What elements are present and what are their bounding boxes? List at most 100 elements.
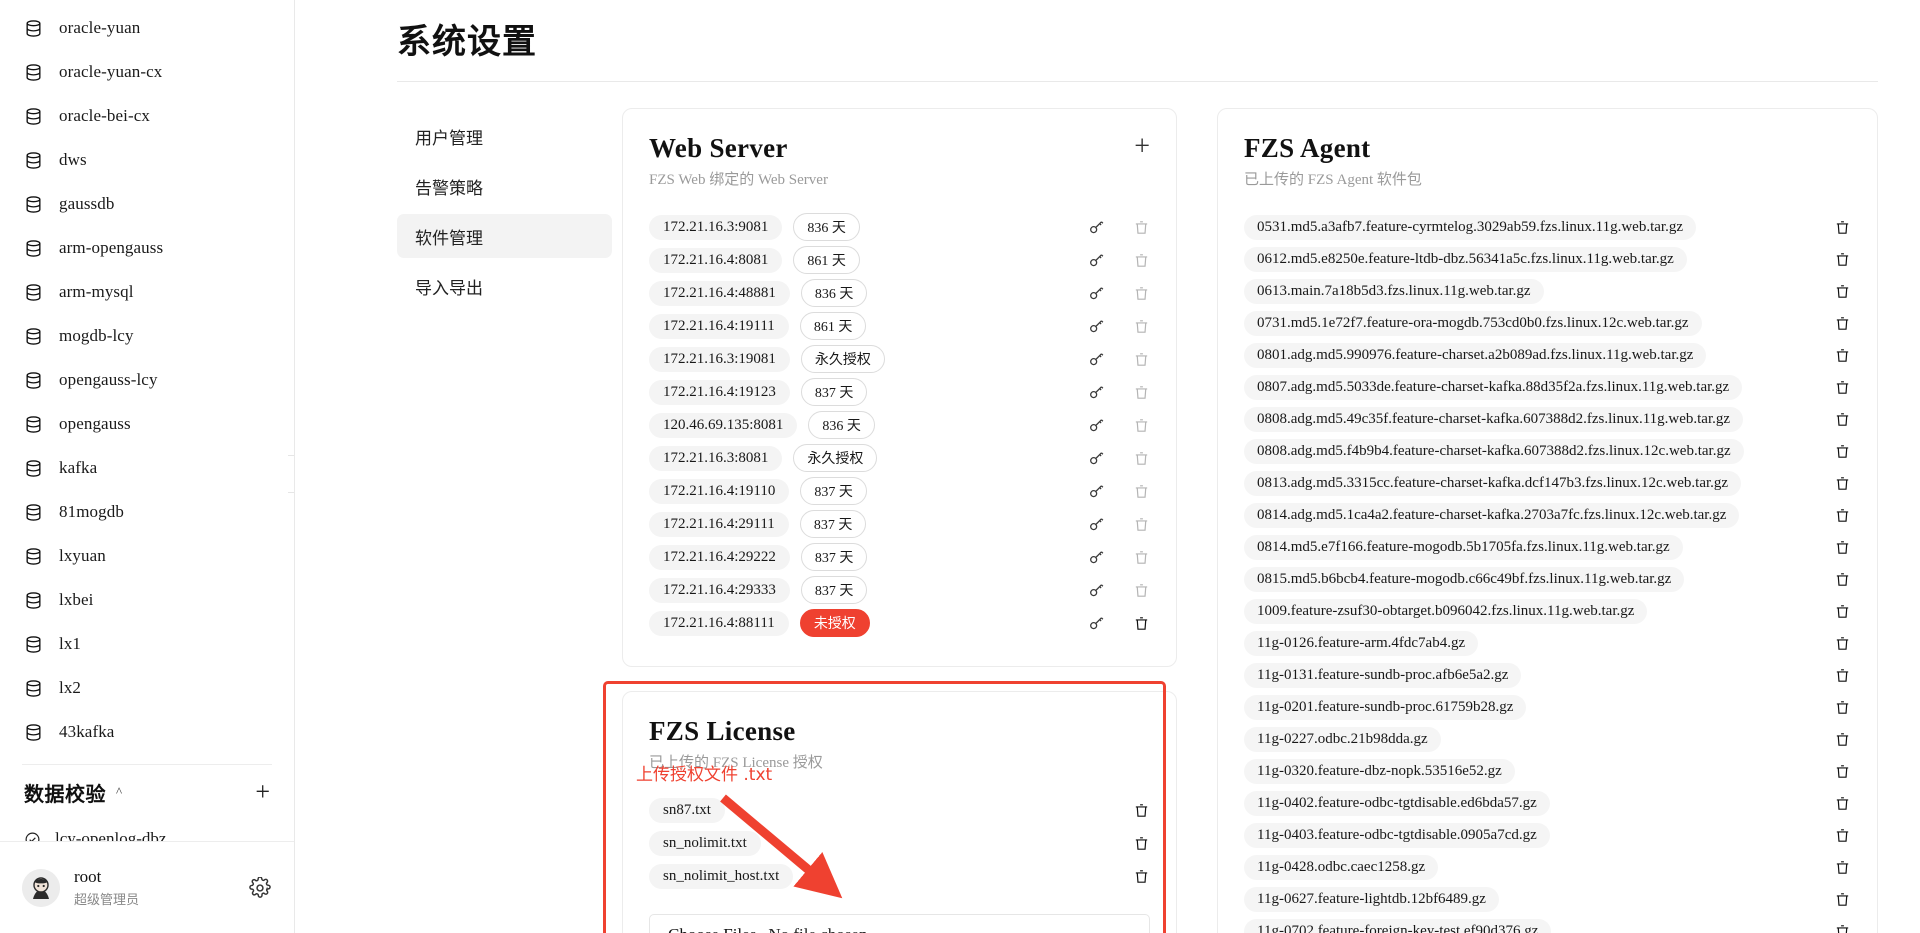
- key-icon[interactable]: [1088, 483, 1105, 500]
- trash-icon[interactable]: [1834, 827, 1851, 844]
- trash-icon[interactable]: [1834, 539, 1851, 556]
- sidebar-db-item[interactable]: 81mogdb: [0, 490, 294, 534]
- sidebar-db-item[interactable]: 43kafka: [0, 710, 294, 754]
- sidebar-db-item[interactable]: oracle-bei-cx: [0, 94, 294, 138]
- settings-nav-item[interactable]: 告警策略: [397, 164, 612, 208]
- trash-icon[interactable]: [1133, 285, 1150, 302]
- gear-icon[interactable]: [249, 875, 271, 899]
- add-verification-button[interactable]: +: [255, 779, 270, 805]
- web-server-subtitle: FZS Web 绑定的 Web Server: [649, 172, 828, 188]
- agent-title: FZS Agent: [1244, 133, 1371, 163]
- settings-nav-label: 软件管理: [415, 228, 483, 248]
- trash-icon[interactable]: [1133, 417, 1150, 434]
- license-status-badge: 837 天: [800, 543, 868, 571]
- trash-icon[interactable]: [1133, 219, 1150, 236]
- key-icon[interactable]: [1088, 318, 1105, 335]
- trash-icon[interactable]: [1133, 516, 1150, 533]
- row-actions: [1088, 582, 1150, 599]
- sidebar-db-item[interactable]: opengauss: [0, 402, 294, 446]
- trash-icon[interactable]: [1133, 802, 1150, 819]
- user-bar[interactable]: root 超级管理员: [0, 841, 294, 933]
- trash-icon[interactable]: [1133, 351, 1150, 368]
- key-icon[interactable]: [1088, 384, 1105, 401]
- sidebar-db-item[interactable]: arm-mysql: [0, 270, 294, 314]
- trash-icon[interactable]: [1834, 635, 1851, 652]
- sidebar-db-item[interactable]: dws: [0, 138, 294, 182]
- choose-files-button[interactable]: Choose Files: [668, 925, 756, 933]
- sidebar-db-item[interactable]: lx1: [0, 622, 294, 666]
- sidebar-db-item[interactable]: mogdb-lcy: [0, 314, 294, 358]
- key-icon[interactable]: [1088, 417, 1105, 434]
- sidebar-db-item[interactable]: lxbei: [0, 578, 294, 622]
- trash-icon[interactable]: [1834, 763, 1851, 780]
- trash-icon[interactable]: [1133, 868, 1150, 885]
- trash-icon[interactable]: [1133, 384, 1150, 401]
- sidebar-group-header[interactable]: 数据校验 ^ +: [0, 765, 294, 819]
- trash-icon[interactable]: [1834, 667, 1851, 684]
- sidebar-db-item[interactable]: gaussdb: [0, 182, 294, 226]
- trash-icon[interactable]: [1133, 582, 1150, 599]
- trash-icon[interactable]: [1834, 507, 1851, 524]
- trash-icon[interactable]: [1133, 835, 1150, 852]
- settings-nav-item[interactable]: 导入导出: [397, 264, 612, 308]
- key-icon[interactable]: [1088, 285, 1105, 302]
- settings-nav-item[interactable]: 用户管理: [397, 114, 612, 158]
- agent-file-row: 0808.adg.md5.49c35f.feature-charset-kafk…: [1244, 403, 1851, 435]
- web-server-address: 172.21.16.4:19110: [649, 478, 790, 504]
- trash-icon[interactable]: [1133, 549, 1150, 566]
- license-status-badge: 837 天: [800, 477, 867, 505]
- web-server-row-list: 172.21.16.3:9081 836 天 172.21.16.4:8081 861…: [649, 211, 1150, 639]
- database-icon: [24, 239, 43, 258]
- key-icon[interactable]: [1088, 516, 1105, 533]
- trash-icon[interactable]: [1834, 475, 1851, 492]
- key-icon[interactable]: [1088, 351, 1105, 368]
- trash-icon[interactable]: [1834, 891, 1851, 908]
- trash-icon[interactable]: [1834, 571, 1851, 588]
- sidebar-db-item[interactable]: oracle-yuan-cx: [0, 50, 294, 94]
- sidebar-db-item[interactable]: oracle-yuan: [0, 6, 294, 50]
- sidebar-db-item[interactable]: opengauss-lcy: [0, 358, 294, 402]
- trash-icon[interactable]: [1834, 283, 1851, 300]
- key-icon[interactable]: [1088, 549, 1105, 566]
- trash-icon[interactable]: [1834, 603, 1851, 620]
- sidebar-db-item[interactable]: kafka: [0, 446, 294, 490]
- sidebar-db-label: lx2: [59, 678, 82, 697]
- trash-icon[interactable]: [1834, 219, 1851, 236]
- sidebar-db-item[interactable]: lx2: [0, 666, 294, 710]
- chevron-up-icon[interactable]: ^: [116, 784, 122, 800]
- trash-icon[interactable]: [1133, 252, 1150, 269]
- trash-icon[interactable]: [1834, 923, 1851, 933]
- key-icon[interactable]: [1088, 615, 1105, 632]
- page-title: 系统设置: [397, 24, 537, 61]
- settings-nav-item[interactable]: 软件管理: [397, 214, 612, 258]
- add-web-server-button[interactable]: +: [1134, 133, 1150, 161]
- trash-icon[interactable]: [1834, 699, 1851, 716]
- agent-file-name: 11g-0227.odbc.21b98dda.gz: [1244, 726, 1441, 752]
- key-icon[interactable]: [1088, 582, 1105, 599]
- row-actions: [1088, 351, 1150, 368]
- key-icon[interactable]: [1088, 219, 1105, 236]
- agent-subtitle: 已上传的 FZS Agent 软件包: [1244, 172, 1422, 188]
- file-upload-input[interactable]: Choose Files No file chosen: [649, 914, 1150, 933]
- trash-icon[interactable]: [1834, 859, 1851, 876]
- sidebar-collapse-button[interactable]: ‹: [288, 455, 294, 493]
- sidebar-db-item[interactable]: lxyuan: [0, 534, 294, 578]
- trash-icon[interactable]: [1133, 615, 1150, 632]
- trash-icon[interactable]: [1834, 411, 1851, 428]
- trash-icon[interactable]: [1834, 443, 1851, 460]
- sidebar-db-label: oracle-bei-cx: [59, 106, 150, 125]
- agent-file-row: 0814.md5.e7f166.feature-mogodb.5b1705fa.…: [1244, 531, 1851, 563]
- trash-icon[interactable]: [1834, 251, 1851, 268]
- trash-icon[interactable]: [1834, 731, 1851, 748]
- trash-icon[interactable]: [1834, 379, 1851, 396]
- trash-icon[interactable]: [1834, 315, 1851, 332]
- trash-icon[interactable]: [1834, 795, 1851, 812]
- trash-icon[interactable]: [1133, 450, 1150, 467]
- trash-icon[interactable]: [1834, 347, 1851, 364]
- trash-icon[interactable]: [1133, 318, 1150, 335]
- sidebar-db-item[interactable]: arm-opengauss: [0, 226, 294, 270]
- sidebar-db-label: lxbei: [59, 590, 94, 609]
- trash-icon[interactable]: [1133, 483, 1150, 500]
- key-icon[interactable]: [1088, 252, 1105, 269]
- key-icon[interactable]: [1088, 450, 1105, 467]
